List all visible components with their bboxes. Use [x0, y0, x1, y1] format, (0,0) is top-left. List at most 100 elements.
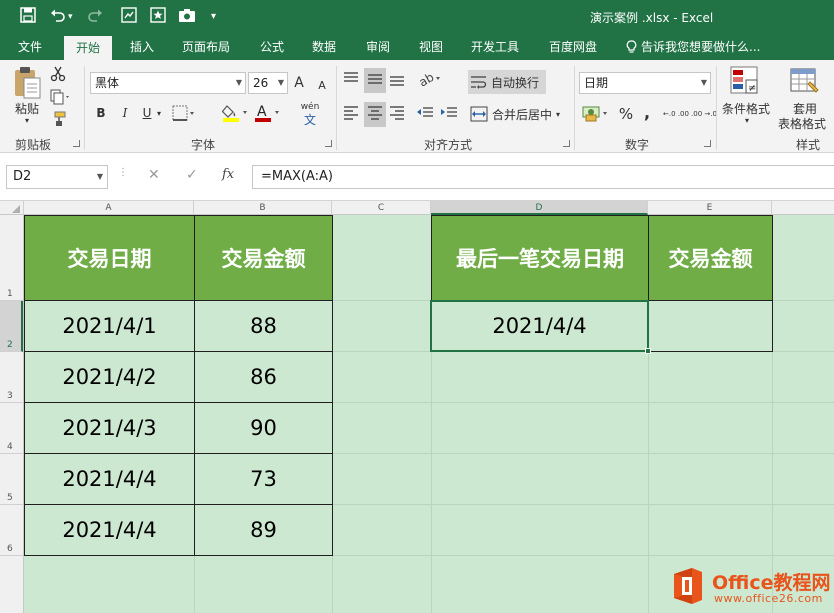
tab-insert[interactable]: 插入: [130, 34, 154, 60]
row-header-2[interactable]: 2: [0, 301, 23, 352]
tab-view[interactable]: 视图: [419, 34, 443, 60]
cell-a6[interactable]: 2021/4/4: [24, 504, 195, 556]
increase-indent-icon[interactable]: [440, 104, 458, 125]
drag-handle-icon[interactable]: ⋮: [118, 167, 128, 178]
decrease-decimal-button[interactable]: .00 →.0: [691, 103, 717, 125]
camera-icon[interactable]: [178, 7, 196, 27]
cell-d1-header[interactable]: 最后一笔交易日期: [431, 215, 649, 301]
cell-a5[interactable]: 2021/4/4: [24, 453, 195, 505]
row-header-5[interactable]: 5: [0, 454, 23, 505]
table-format-icon[interactable]: [790, 66, 820, 99]
comma-button[interactable]: ,: [640, 103, 654, 122]
conditional-format-icon[interactable]: ≠: [730, 66, 760, 99]
underline-dropdown-icon[interactable]: ▾: [154, 106, 164, 120]
tab-baidu-netdisk[interactable]: 百度网盘: [549, 34, 597, 60]
cell-a1-header[interactable]: 交易日期: [24, 215, 195, 301]
column-header-d[interactable]: D: [431, 201, 648, 215]
customize-toolbar-icon[interactable]: ▾: [211, 7, 216, 27]
wrap-text-button[interactable]: 自动换行: [468, 70, 546, 94]
undo-dropdown-icon[interactable]: ▾: [68, 7, 73, 27]
cell-b6[interactable]: 89: [194, 504, 333, 556]
enter-icon[interactable]: ✓: [186, 167, 198, 183]
worksheet-grid[interactable]: 交易日期 交易金额 2021/4/1 88 2021/4/2 86 2021/4…: [24, 215, 834, 613]
format-painter-icon[interactable]: [50, 111, 66, 130]
shrink-font-button[interactable]: A: [316, 75, 328, 95]
align-right-icon[interactable]: [388, 104, 406, 125]
number-format-combo[interactable]: 日期 ▼: [579, 72, 711, 94]
currency-icon[interactable]: [582, 104, 612, 125]
font-name-combo[interactable]: 黑体 ▼: [90, 72, 246, 94]
font-color-icon[interactable]: A: [254, 102, 284, 127]
align-middle-icon[interactable]: [364, 68, 386, 93]
fill-color-icon[interactable]: [221, 102, 250, 127]
undo-icon[interactable]: [50, 7, 66, 27]
tab-review[interactable]: 审阅: [366, 34, 390, 60]
phonetic-guide-icon[interactable]: 文: [300, 112, 320, 127]
cut-icon[interactable]: [50, 66, 66, 85]
save-icon[interactable]: [20, 7, 36, 27]
conditional-format-button[interactable]: 条件格式: [720, 100, 772, 117]
table-format-label-line2[interactable]: 表格格式: [772, 115, 832, 132]
name-box[interactable]: D2 ▼: [6, 165, 108, 189]
insert-function-icon[interactable]: fx: [222, 167, 234, 182]
tab-formulas[interactable]: 公式: [260, 34, 284, 60]
cancel-icon[interactable]: ✕: [148, 167, 160, 183]
merge-center-button[interactable]: 合并后居中 ▾: [470, 103, 570, 125]
column-header-a[interactable]: A: [24, 201, 194, 215]
bold-button[interactable]: B: [94, 104, 108, 122]
cell-b1-header[interactable]: 交易金额: [194, 215, 333, 301]
tab-file[interactable]: 文件: [18, 34, 42, 60]
font-launcher-icon[interactable]: [325, 140, 332, 147]
screenshot-icon[interactable]: [121, 7, 137, 27]
cell-a4[interactable]: 2021/4/3: [24, 402, 195, 454]
tab-page-layout[interactable]: 页面布局: [182, 34, 230, 60]
tab-data[interactable]: 数据: [312, 34, 336, 60]
redo-icon[interactable]: [87, 7, 103, 27]
column-header-e[interactable]: E: [648, 201, 772, 215]
cell-e1-header[interactable]: 交易金额: [648, 215, 773, 301]
alignment-launcher-icon[interactable]: [563, 140, 570, 147]
paste-button[interactable]: 粘贴: [12, 100, 42, 117]
tell-me-box[interactable]: 告诉我您想要做什么...: [626, 34, 760, 60]
column-header-c[interactable]: C: [332, 201, 431, 215]
decrease-indent-icon[interactable]: [416, 104, 434, 125]
font-size-combo[interactable]: 26 ▼: [248, 72, 288, 94]
border-icon[interactable]: [172, 105, 196, 124]
formula-input[interactable]: =MAX(A:A): [252, 165, 834, 189]
grow-font-button[interactable]: A: [292, 73, 306, 93]
row-header-6[interactable]: 6: [0, 505, 23, 556]
number-launcher-icon[interactable]: [704, 140, 711, 147]
column-header-b[interactable]: B: [194, 201, 332, 215]
row-header-3[interactable]: 3: [0, 352, 23, 403]
percent-button[interactable]: %: [616, 105, 636, 123]
paste-dropdown-icon[interactable]: ▾: [18, 116, 36, 125]
cell-d2-selected[interactable]: 2021/4/4: [430, 300, 649, 352]
cell-e2[interactable]: [648, 300, 773, 352]
orientation-icon[interactable]: ab: [416, 70, 444, 91]
increase-decimal-button[interactable]: ←.0 .00: [663, 103, 689, 125]
star-icon[interactable]: [150, 7, 166, 27]
cell-a3[interactable]: 2021/4/2: [24, 351, 195, 403]
cell-b3[interactable]: 86: [194, 351, 333, 403]
clipboard-launcher-icon[interactable]: [73, 140, 80, 147]
select-all-corner[interactable]: [0, 201, 24, 215]
row-header-1[interactable]: 1: [0, 215, 23, 301]
align-bottom-icon[interactable]: [388, 70, 406, 91]
paste-icon[interactable]: [12, 66, 42, 103]
cell-a2[interactable]: 2021/4/1: [24, 300, 195, 352]
row-header-4[interactable]: 4: [0, 403, 23, 454]
underline-button[interactable]: U: [140, 104, 154, 122]
chevron-down-icon[interactable]: ▾: [740, 116, 754, 125]
cell-b5[interactable]: 73: [194, 453, 333, 505]
tab-developer[interactable]: 开发工具: [471, 34, 519, 60]
fill-handle[interactable]: [645, 348, 651, 354]
align-left-icon[interactable]: [342, 104, 360, 125]
italic-button[interactable]: I: [118, 104, 132, 122]
cell-b4[interactable]: 90: [194, 402, 333, 454]
cell-b2[interactable]: 88: [194, 300, 333, 352]
align-center-icon[interactable]: [364, 102, 386, 127]
copy-icon[interactable]: [50, 89, 72, 108]
column-header-f[interactable]: [772, 201, 834, 215]
align-top-icon[interactable]: [342, 70, 360, 91]
tab-home[interactable]: 开始: [64, 36, 113, 60]
